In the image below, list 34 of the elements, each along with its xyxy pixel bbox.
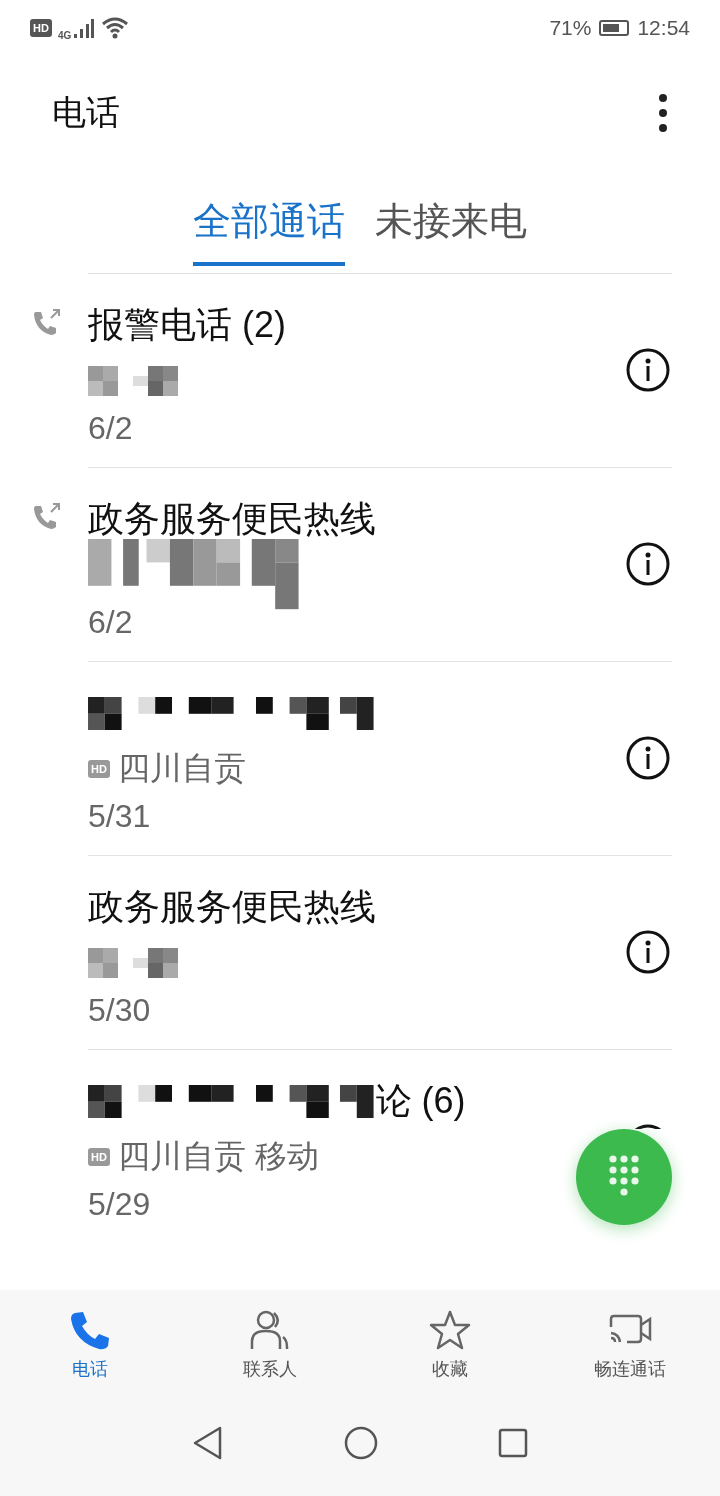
home-button[interactable]: [344, 1426, 378, 1460]
hd-badge: HD: [88, 759, 110, 778]
call-date: 6/2: [88, 409, 134, 447]
nav-tab[interactable]: 电话: [0, 1290, 180, 1400]
contact-name: 政务服务便民热线: [88, 885, 376, 929]
contacts-icon: [249, 1309, 291, 1351]
contact-name: 论 (6): [375, 1079, 466, 1123]
hd-badge: HD: [30, 19, 52, 37]
call-tab[interactable]: 全部通话: [193, 194, 345, 266]
network-type: 4G: [57, 29, 72, 41]
star-icon: [429, 1309, 471, 1351]
nav-tab[interactable]: 畅连通话: [540, 1290, 720, 1400]
back-button[interactable]: [192, 1426, 224, 1460]
clock-time: 12:54: [637, 16, 690, 40]
phone-icon: [69, 1309, 111, 1351]
phone-location: 四川自贡 移动: [117, 1136, 319, 1176]
contact-name: 政务服务便民热线: [88, 497, 376, 541]
nav-tab[interactable]: 收藏: [360, 1290, 540, 1400]
call-tab[interactable]: 未接来电: [375, 194, 527, 266]
call-date: 5/29: [88, 1185, 152, 1223]
nav-tab[interactable]: 联系人: [180, 1290, 360, 1400]
phone-location: 四川自贡: [117, 748, 246, 788]
recents-button[interactable]: [498, 1428, 528, 1458]
more-options-icon[interactable]: [658, 94, 668, 132]
wifi-icon: [101, 16, 130, 40]
call-date: 6/2: [88, 603, 134, 641]
contact-name: 报警电话 (2): [88, 303, 286, 347]
battery-percent: 71%: [549, 16, 592, 40]
signal-icon: [73, 17, 96, 39]
call-date: 5/31: [88, 797, 152, 835]
call-date: 5/30: [88, 991, 152, 1029]
hd-badge: HD: [88, 1147, 110, 1166]
battery-icon: [599, 20, 630, 36]
app-title: 电话: [52, 92, 120, 133]
